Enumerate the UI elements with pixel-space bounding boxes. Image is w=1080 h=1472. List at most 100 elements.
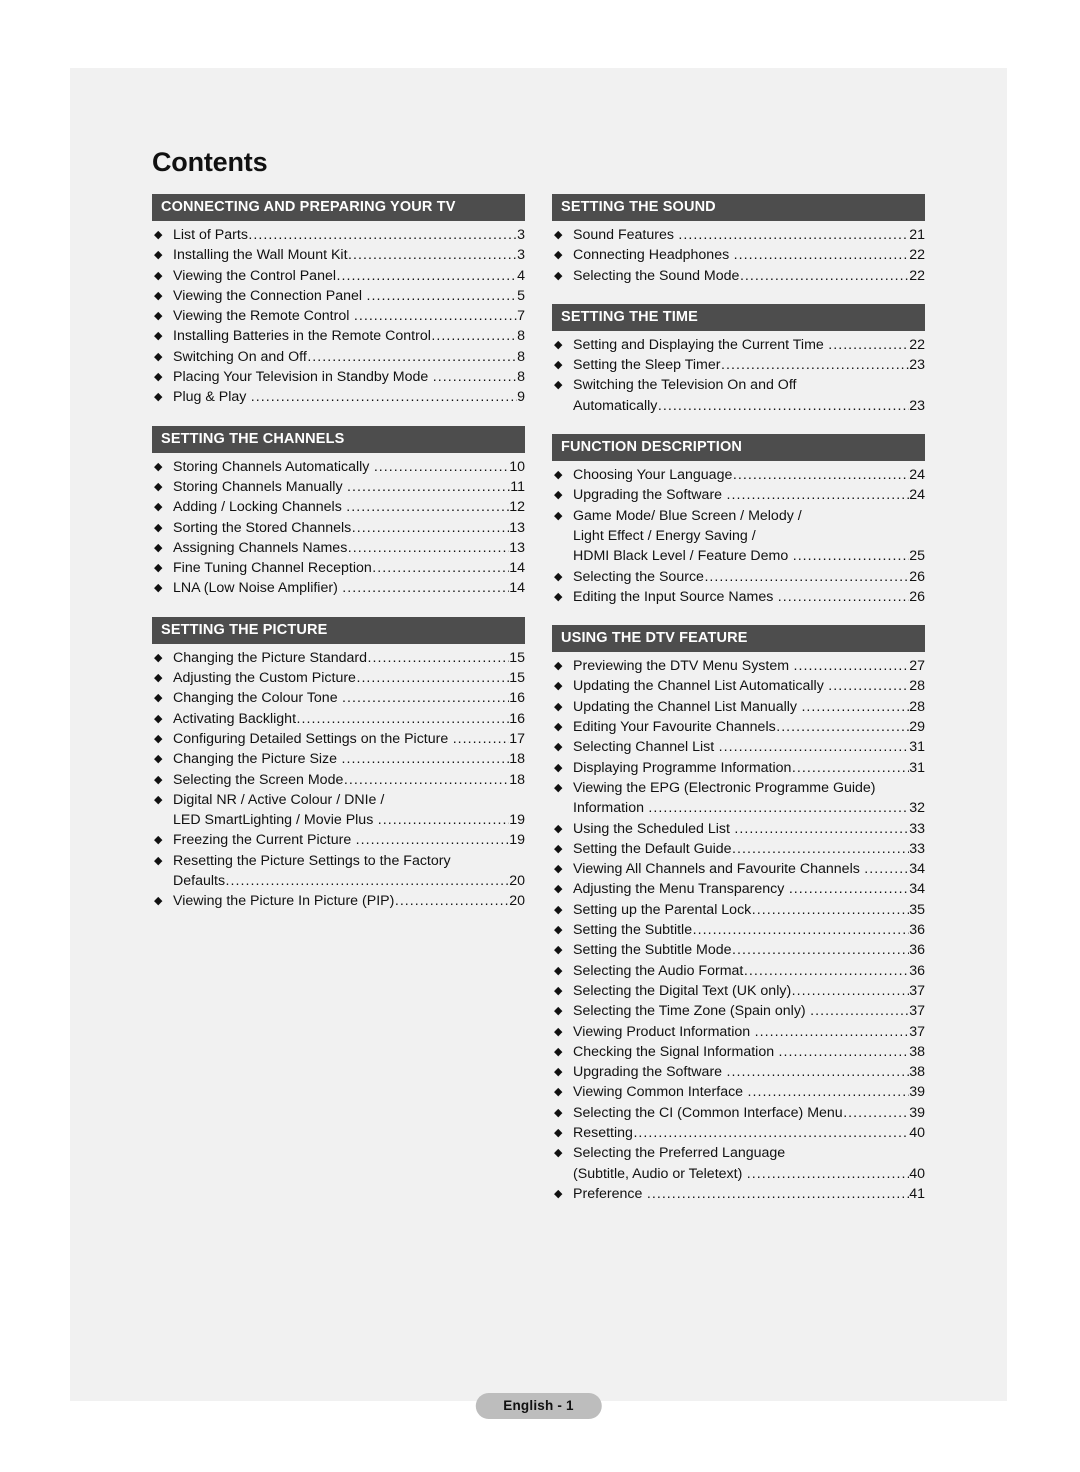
- contents-entry[interactable]: ◆ Selecting the Sound Mode...............…: [552, 266, 925, 286]
- contents-entry[interactable]: ◆ Viewing Product Information ...........…: [552, 1022, 925, 1042]
- contents-entry[interactable]: ◆ Upgrading the Software ................…: [552, 1062, 925, 1082]
- entry-page-number: 32: [909, 800, 925, 817]
- contents-entry[interactable]: ◆ Changing the Picture Standard..........…: [152, 648, 525, 668]
- leader-dots: ........................................…: [373, 458, 509, 475]
- contents-entry[interactable]: ◆ Selecting the Preferred Language (Subtit…: [552, 1143, 925, 1184]
- contents-entry[interactable]: ◆ Adding / Locking Channels .............…: [152, 497, 525, 517]
- contents-entry[interactable]: ◆ Activating Backlight...................…: [152, 709, 525, 729]
- entry-page-number: 4: [517, 267, 525, 284]
- contents-entry[interactable]: ◆ Displaying Programme Information.......…: [552, 758, 925, 778]
- diamond-bullet-icon: ◆: [554, 741, 563, 754]
- contents-entry[interactable]: ◆ Editing Your Favourite Channels........…: [552, 717, 925, 737]
- contents-entry[interactable]: ◆ Setting up the Parental Lock...........…: [552, 900, 925, 920]
- contents-entry[interactable]: ◆ Updating the Channel List Automatically…: [552, 676, 925, 696]
- entry-row: Adjusting the Menu Transparency ........…: [573, 879, 925, 899]
- contents-entry[interactable]: ◆ Installing Batteries in the Remote Cont…: [152, 326, 525, 346]
- diamond-bullet-icon: ◆: [554, 509, 563, 522]
- contents-entry[interactable]: ◆ Viewing the Picture In Picture (PIP)...…: [152, 891, 525, 911]
- contents-entry[interactable]: ◆ Changing the Picture Size .............…: [152, 749, 525, 769]
- diamond-bullet-icon: ◆: [554, 761, 563, 774]
- entry-row: Assigning Channels Names................…: [173, 538, 525, 558]
- contents-entry[interactable]: ◆ Preference ............................…: [552, 1184, 925, 1204]
- diamond-bullet-icon: ◆: [554, 944, 563, 957]
- contents-entry[interactable]: ◆ Setting and Displaying the Current Time…: [552, 335, 925, 355]
- entry-label: Configuring Detailed Settings on the Pic…: [173, 730, 453, 747]
- contents-entry[interactable]: ◆ Sound Features ........................…: [552, 225, 925, 245]
- contents-entry[interactable]: ◆ Sorting the Stored Channels............…: [152, 518, 525, 538]
- contents-entry[interactable]: ◆ List of Parts..........................…: [152, 225, 525, 245]
- diamond-bullet-icon: ◆: [154, 229, 163, 241]
- contents-entry[interactable]: ◆ LNA (Low Noise Amplifier) .............…: [152, 578, 525, 598]
- leader-dots: ........................................…: [248, 227, 516, 243]
- contents-entry[interactable]: ◆ Resetting the Picture Settings to the F…: [152, 851, 525, 892]
- contents-entry[interactable]: ◆ Selecting the Source...................…: [552, 567, 925, 587]
- contents-entry[interactable]: ◆ Checking the Signal Information .......…: [552, 1042, 925, 1062]
- contents-entry[interactable]: ◆ Selecting the Audio Format.............…: [552, 961, 925, 981]
- contents-entry[interactable]: ◆ Previewing the DTV Menu System ........…: [552, 656, 925, 676]
- entry-row: Installing the Wall Mount Kit...........…: [173, 245, 525, 265]
- contents-entry[interactable]: ◆ Resetting..............................…: [552, 1123, 925, 1143]
- contents-entry[interactable]: ◆ Connecting Headphones .................…: [552, 245, 925, 265]
- contents-entry[interactable]: ◆ Fine Tuning Channel Reception..........…: [152, 558, 525, 578]
- contents-entry[interactable]: ◆ Configuring Detailed Settings on the Pi…: [152, 729, 525, 749]
- contents-entry[interactable]: ◆ Using the Scheduled List ..............…: [552, 819, 925, 839]
- contents-entry[interactable]: ◆ Plug & Play ...........................…: [152, 387, 525, 407]
- entry-row: Setting up the Parental Lock............…: [573, 900, 925, 920]
- entry-row: Selecting the CI (Common Interface) Menu…: [573, 1103, 925, 1123]
- contents-entry[interactable]: ◆ Setting the Sleep Timer................…: [552, 355, 925, 375]
- contents-entry[interactable]: ◆ Upgrading the Software ................…: [552, 485, 925, 505]
- leader-dots: ........................................…: [864, 861, 909, 878]
- entry-label: Assigning Channels Names: [173, 539, 348, 556]
- contents-entry[interactable]: ◆ Digital NR / Active Colour / DNIe / LED …: [152, 790, 525, 831]
- contents-entry[interactable]: ◆ Editing the Input Source Names ........…: [552, 587, 925, 607]
- diamond-bullet-icon: ◆: [154, 753, 163, 766]
- contents-entry[interactable]: ◆ Viewing the EPG (Electronic Programme G…: [552, 778, 925, 819]
- entry-row: Updating the Channel List Automatically …: [573, 676, 925, 696]
- entry-row: Sorting the Stored Channels.............…: [173, 518, 525, 538]
- contents-entry[interactable]: ◆ Viewing All Channels and Favourite Chan…: [552, 859, 925, 879]
- diamond-bullet-icon: ◆: [154, 562, 163, 575]
- contents-entry[interactable]: ◆ Selecting the CI (Common Interface) Men…: [552, 1103, 925, 1123]
- contents-entry[interactable]: ◆ Selecting the Time Zone (Spain only) ..…: [552, 1001, 925, 1021]
- contents-entry[interactable]: ◆ Adjusting the Custom Picture...........…: [152, 668, 525, 688]
- entry-row: Displaying Programme Information........…: [573, 758, 925, 778]
- contents-entry[interactable]: ◆ Setting the Subtitle Mode..............…: [552, 940, 925, 960]
- contents-entry[interactable]: ◆ Changing the Colour Tone ..............…: [152, 688, 525, 708]
- contents-entry[interactable]: ◆ Game Mode/ Blue Screen / Melody / Light …: [552, 506, 925, 567]
- contents-entry[interactable]: ◆ Switching On and Off...................…: [152, 347, 525, 367]
- contents-entry[interactable]: ◆ Selecting the Digital Text (UK only)...…: [552, 981, 925, 1001]
- entry-label: Adjusting the Menu Transparency: [573, 881, 789, 898]
- contents-entry[interactable]: ◆ Adjusting the Menu Transparency .......…: [552, 879, 925, 899]
- contents-entry[interactable]: ◆ Viewing the Remote Control ............…: [152, 306, 525, 326]
- diamond-bullet-icon: ◆: [554, 590, 563, 603]
- entry-label: Installing Batteries in the Remote Contr…: [173, 328, 431, 345]
- contents-entry[interactable]: ◆ Choosing Your Language.................…: [552, 465, 925, 485]
- contents-entry[interactable]: ◆ Assigning Channels Names...............…: [152, 538, 525, 558]
- contents-entry[interactable]: ◆ Setting the Default Guide..............…: [552, 839, 925, 859]
- entry-label: Using the Scheduled List: [573, 820, 734, 837]
- contents-entry[interactable]: ◆ Viewing the Connection Panel ..........…: [152, 286, 525, 306]
- entry-page-number: 37: [909, 1003, 925, 1020]
- contents-entry[interactable]: ◆ Setting the Subtitle...................…: [552, 920, 925, 940]
- contents-entry[interactable]: ◆ Selecting the Screen Mode..............…: [152, 770, 525, 790]
- contents-entry[interactable]: ◆ Placing Your Television in Standby Mode…: [152, 367, 525, 387]
- diamond-bullet-icon: ◆: [154, 460, 163, 473]
- entry-page-number: 22: [909, 336, 925, 353]
- contents-entry[interactable]: ◆ Switching the Television On and Off Auto…: [552, 375, 925, 416]
- contents-entry[interactable]: ◆ Selecting Channel List ................…: [552, 737, 925, 757]
- contents-entry[interactable]: ◆ Viewing the Control Panel..............…: [152, 266, 525, 286]
- entry-page-number: 25: [909, 548, 925, 565]
- contents-entry[interactable]: ◆ Storing Channels Automatically ........…: [152, 457, 525, 477]
- contents-entry[interactable]: ◆ Freezing the Current Picture ..........…: [152, 830, 525, 850]
- leader-dots: ........................................…: [791, 759, 909, 776]
- contents-list: ◆ Sound Features ........................…: [552, 221, 925, 286]
- contents-entry[interactable]: ◆ Installing the Wall Mount Kit..........…: [152, 245, 525, 265]
- entry-label: Digital NR / Active Colour / DNIe /: [173, 791, 385, 808]
- entry-row: Adding / Locking Channels ..............…: [173, 497, 525, 517]
- contents-entry[interactable]: ◆ Updating the Channel List Manually ....…: [552, 697, 925, 717]
- entry-row-last: Information ............................…: [573, 798, 925, 818]
- entry-label: Setting the Subtitle Mode: [573, 942, 732, 959]
- leader-dots: ........................................…: [843, 1104, 909, 1121]
- contents-entry[interactable]: ◆ Storing Channels Manually .............…: [152, 477, 525, 497]
- contents-entry[interactable]: ◆ Viewing Common Interface ..............…: [552, 1082, 925, 1102]
